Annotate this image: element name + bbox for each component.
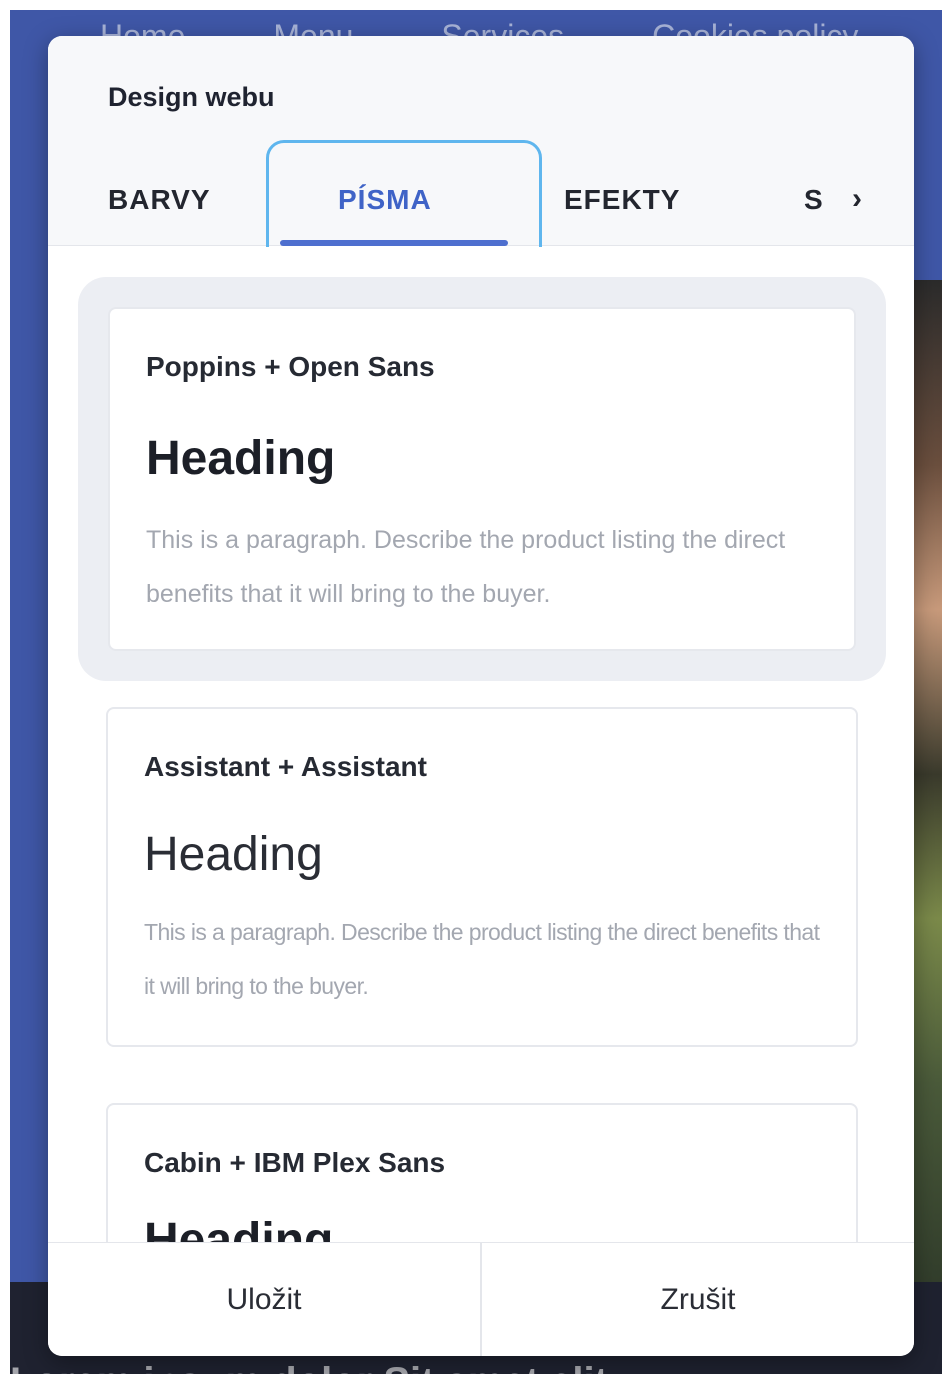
font-set-list[interactable]: Poppins + Open Sans Heading This is a pa… [48,247,914,1242]
font-set-heading-sample: Heading [144,1214,334,1242]
font-set-name: Assistant + Assistant [144,751,427,782]
tab-effects[interactable]: EFEKTY [564,184,680,216]
font-set-heading-sample: Heading [144,828,323,881]
font-set-name: Cabin + IBM Plex Sans [144,1147,446,1178]
font-set-heading-sample: Heading [146,432,336,485]
background-bottom-text: Lorem ipsum dolor Sit amet elit [10,1360,608,1374]
tab-colors[interactable]: BARVY [108,184,211,216]
dialog-title: Design webu [108,82,275,112]
font-set-name: Poppins + Open Sans [146,351,435,382]
dialog-footer: Uložit Zrušit [48,1242,914,1356]
tab-partial[interactable]: S [804,184,824,216]
font-set-card-poppins-open-sans[interactable]: Poppins + Open Sans Heading This is a pa… [108,307,856,651]
background-photo [910,280,942,1310]
chevron-right-icon[interactable]: › [852,182,862,216]
tab-bar: BARVY PÍSMA EFEKTY S › [48,140,914,272]
cancel-button[interactable]: Zrušit [482,1243,914,1356]
dialog-header: Design webu BARVY PÍSMA EFEKTY S › [48,36,914,272]
save-button[interactable]: Uložit [48,1243,480,1356]
font-set-paragraph-sample: This is a paragraph. Describe the produc… [146,526,786,608]
font-set-paragraph-sample: This is a paragraph. Describe the produc… [144,919,820,999]
font-set-card-cabin-ibm-plex[interactable]: Cabin + IBM Plex Sans Heading [106,1103,858,1242]
active-tab-indicator [280,240,508,246]
font-set-card-assistant[interactable]: Assistant + Assistant Heading This is a … [106,707,858,1047]
design-dialog: Design webu BARVY PÍSMA EFEKTY S › Poppi… [48,36,914,1356]
tab-fonts[interactable]: PÍSMA [338,184,432,216]
